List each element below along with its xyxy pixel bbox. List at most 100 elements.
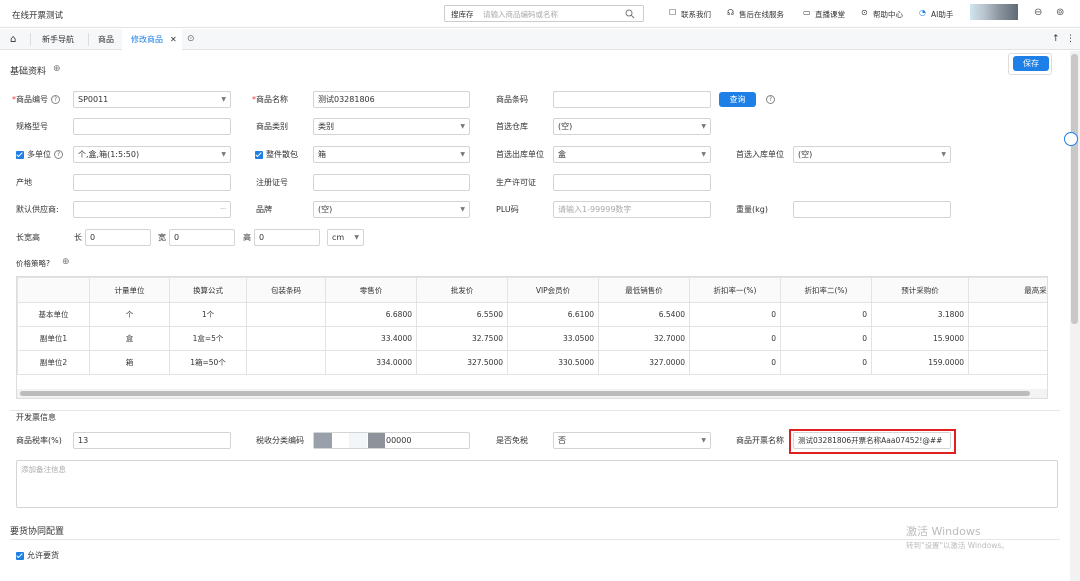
table-cell[interactable]: 32.7000	[598, 326, 690, 351]
activation-watermark-title: 激活 Windows	[906, 525, 981, 538]
search-box[interactable]: 搜库存 请输入商品编码或名称	[444, 5, 644, 22]
out-unit-select[interactable]: 盒 ▼	[553, 146, 711, 163]
tab-edit-product[interactable]: 修改商品	[131, 29, 163, 50]
tab-product[interactable]: 商品	[98, 29, 114, 50]
multiunit-checkbox[interactable]: 多单位?	[16, 146, 63, 163]
remark-textarea[interactable]: 添加备注信息	[16, 460, 1058, 508]
table-cell[interactable]: 0	[780, 350, 872, 375]
tab-options-icon[interactable]: ⋮	[1066, 29, 1075, 50]
table-header-row: 计量单位 换算公式 包装条码 零售价 批发价 VIP会员价 最低销售价 折扣率一…	[17, 277, 1047, 303]
length-input[interactable]: 0	[85, 229, 151, 246]
home-icon[interactable]: ⌂	[10, 29, 16, 50]
table-cell: 箱	[89, 350, 170, 375]
warehouse-select[interactable]: (空) ▼	[553, 118, 711, 135]
service-link[interactable]: 售后在线服务	[739, 9, 784, 20]
contact-link[interactable]: 联系我们	[681, 9, 711, 20]
table-cell[interactable]: 327.5000	[416, 350, 508, 375]
table-cell[interactable]	[246, 350, 326, 375]
name-input[interactable]: 测试03281806	[313, 91, 470, 108]
table-cell[interactable]: 0	[689, 326, 781, 351]
multiunit-select[interactable]: 个,盒,箱(1:5:50) ▼	[73, 146, 231, 163]
table-cell[interactable]	[968, 350, 1047, 375]
table-cell[interactable]: 0	[689, 302, 781, 327]
license-input[interactable]	[553, 174, 711, 191]
help-link[interactable]: 帮助中心	[873, 9, 903, 20]
table-cell[interactable]: 0	[780, 326, 872, 351]
table-cell[interactable]	[968, 326, 1047, 351]
save-button[interactable]: 保存	[1013, 56, 1049, 71]
table-cell[interactable]: 330.5000	[507, 350, 599, 375]
table-cell[interactable]: 159.0000	[871, 350, 969, 375]
whole-checkbox[interactable]: 整件散包	[255, 146, 298, 163]
table-cell[interactable]: 6.6100	[507, 302, 599, 327]
column-header: 包装条码	[246, 277, 326, 303]
table-cell[interactable]: 15.9000	[871, 326, 969, 351]
table-cell[interactable]: 327.0000	[598, 350, 690, 375]
user-avatar[interactable]	[970, 4, 1018, 20]
in-unit-label: 首选入库单位	[736, 150, 784, 159]
live-link[interactable]: 直播课堂	[815, 9, 845, 20]
search-input[interactable]: 请输入商品编码或名称	[483, 9, 558, 20]
back-icon[interactable]: ⊖	[1034, 7, 1042, 18]
tab-menu-icon[interactable]: ⊙	[187, 29, 195, 50]
table-scrollbar[interactable]	[17, 389, 1047, 398]
origin-input[interactable]	[73, 174, 231, 191]
redacted-block	[349, 433, 367, 448]
table-cell[interactable]	[246, 326, 326, 351]
taxcode-input[interactable]: 00000	[313, 432, 470, 449]
table-cell[interactable]	[968, 302, 1047, 327]
column-header: 折扣率一(%)	[689, 277, 781, 303]
tax-label: 商品税率(%)	[16, 436, 62, 445]
plu-input[interactable]: 请输入1-99999数字	[553, 201, 711, 218]
whole-select[interactable]: 箱 ▼	[313, 146, 470, 163]
table-cell[interactable]: 6.5400	[598, 302, 690, 327]
search-icon[interactable]	[625, 9, 635, 19]
query-button[interactable]: 查询	[719, 92, 756, 107]
dim-unit-select[interactable]: cm ▼	[327, 229, 364, 246]
float-assistant-icon[interactable]	[1064, 132, 1078, 146]
reg-input[interactable]	[313, 174, 470, 191]
allow-order-checkbox[interactable]: 允许要货	[16, 547, 59, 564]
table-row[interactable]: 副单位2 箱 1箱=50个 334.0000 327.5000 330.5000 327.0…	[17, 350, 1047, 375]
table-cell[interactable]: 6.6800	[325, 302, 417, 327]
section-toggle-icon[interactable]: ⊕	[53, 64, 61, 74]
price-strategy-toggle-icon[interactable]: ⊕	[62, 257, 70, 267]
table-row[interactable]: 基本单位个 1个 6.6800 6.5500 6.6100 6.5400 0 0 3.1800	[17, 302, 1047, 327]
table-scrollbar-thumb[interactable]	[20, 391, 1030, 396]
weight-input[interactable]	[793, 201, 951, 218]
settings-icon[interactable]: ⊚	[1056, 7, 1064, 18]
table-cell[interactable]	[246, 302, 326, 327]
table-cell[interactable]: 6.5500	[416, 302, 508, 327]
scroll-top-icon[interactable]: ↑	[1052, 29, 1060, 50]
table-cell[interactable]: 33.4000	[325, 326, 417, 351]
invoice-name-input[interactable]: 测试03281806开票名称Aaa07452!@##	[793, 432, 951, 449]
table-cell[interactable]: 3.1800	[871, 302, 969, 327]
code-select[interactable]: SP0011 ▼	[73, 91, 231, 108]
table-cell[interactable]: 334.0000	[325, 350, 417, 375]
supplier-input[interactable]: ···	[73, 201, 231, 218]
exempt-select[interactable]: 否 ▼	[553, 432, 711, 449]
tax-input[interactable]: 13	[73, 432, 231, 449]
category-select[interactable]: 类别 ▼	[313, 118, 470, 135]
barcode-input[interactable]	[553, 91, 711, 108]
table-cell[interactable]: 33.0500	[507, 326, 599, 351]
table-cell[interactable]: 0	[689, 350, 781, 375]
in-unit-select[interactable]: (空) ▼	[793, 146, 951, 163]
app-title: 在线开票测试	[12, 11, 64, 21]
top-bar: 在线开票测试 搜库存 请输入商品编码或名称 ☐ 联系我们 ☊ 售后在线服务 ▭ …	[0, 0, 1080, 28]
close-tab-icon[interactable]: ✕	[170, 29, 177, 50]
page-scrollbar[interactable]	[1070, 51, 1080, 581]
ai-link[interactable]: AI助手	[931, 9, 953, 20]
width-input[interactable]: 0	[169, 229, 235, 246]
height-input[interactable]: 0	[254, 229, 320, 246]
table-row[interactable]: 副单位1 盒 1盒=5个 33.4000 32.7500 33.0500 32.7000 0 0…	[17, 326, 1047, 351]
spec-input[interactable]	[73, 118, 231, 135]
table-cell[interactable]: 0	[780, 302, 872, 327]
length-label: 长	[74, 233, 82, 242]
brand-select[interactable]: (空) ▼	[313, 201, 470, 218]
divider	[88, 33, 89, 46]
tab-guide[interactable]: 新手导航	[42, 29, 74, 50]
scrollbar-thumb[interactable]	[1071, 54, 1078, 324]
table-cell[interactable]: 32.7500	[416, 326, 508, 351]
divider	[10, 410, 1060, 411]
